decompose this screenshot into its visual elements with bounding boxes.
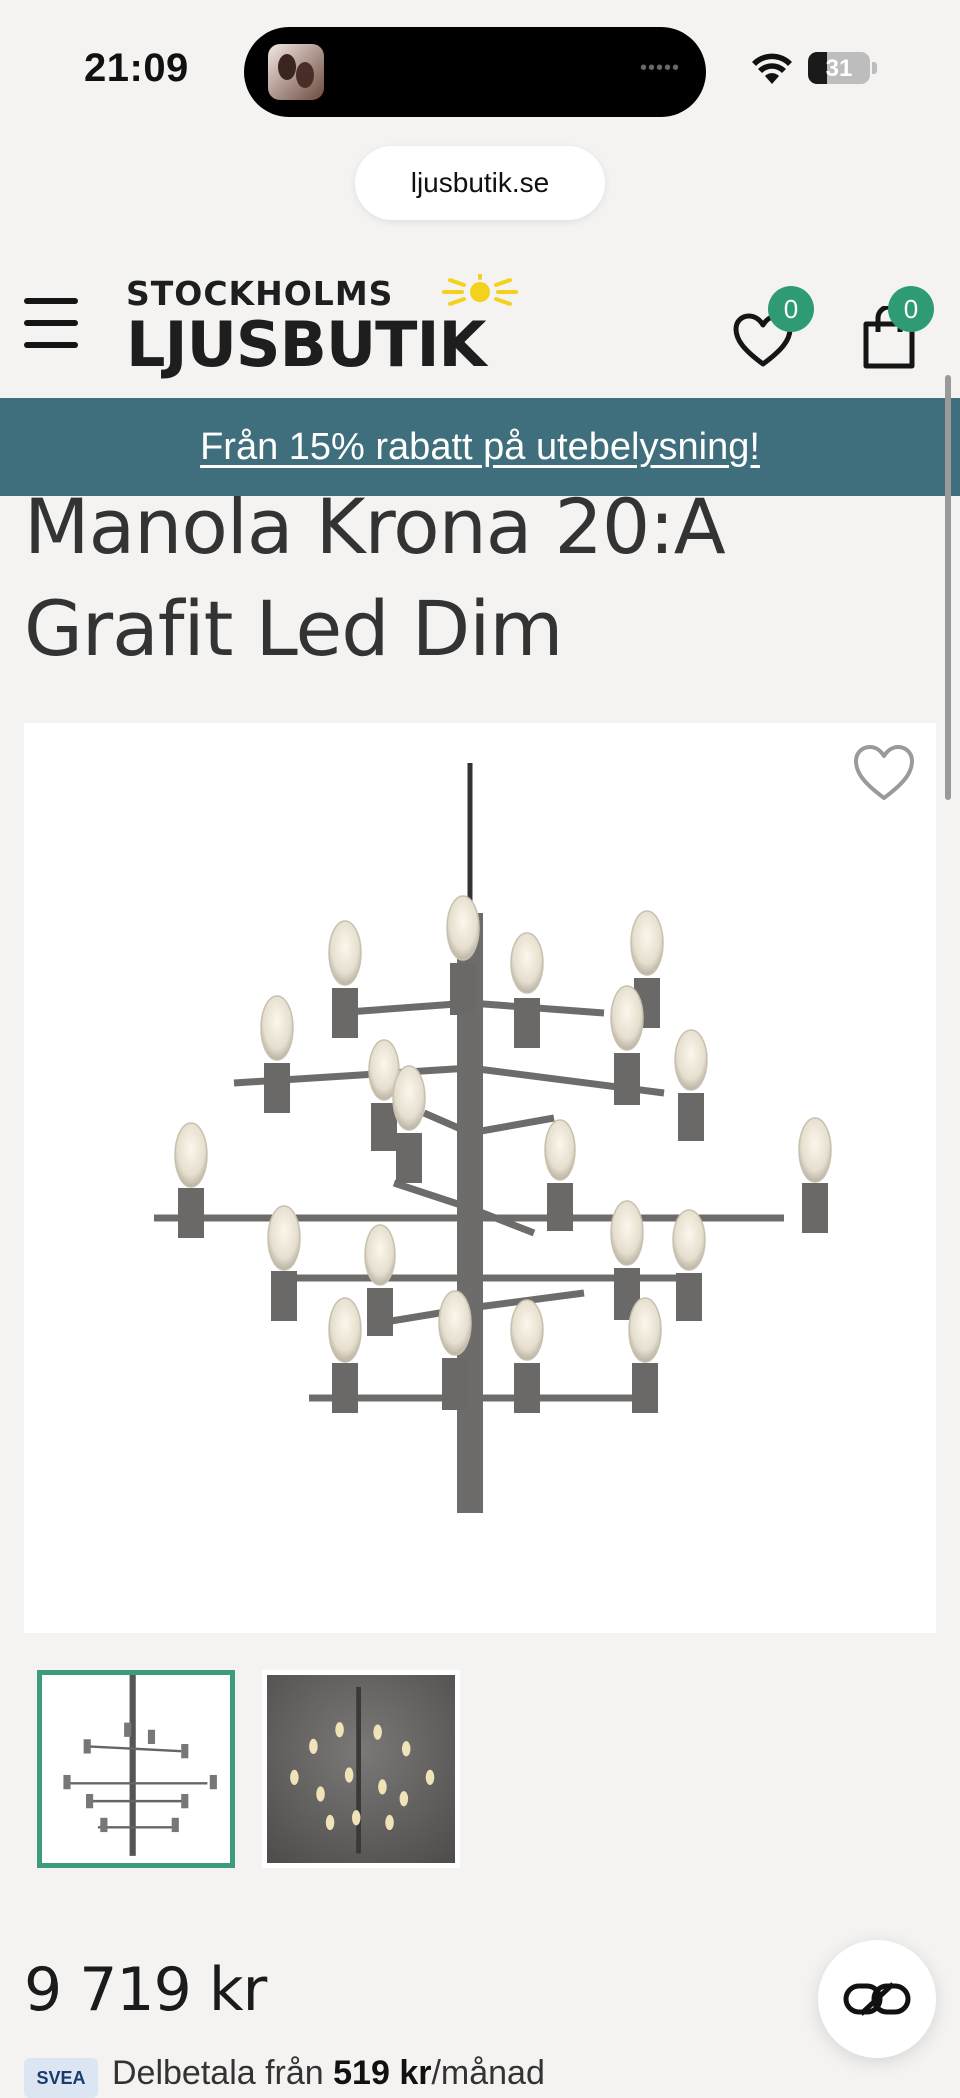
chat-button[interactable] bbox=[818, 1940, 936, 2058]
cart-count-badge: 0 bbox=[888, 286, 934, 332]
wishlist-count-badge: 0 bbox=[768, 286, 814, 332]
part-payment-text: Delbetala från 519 kr/månad bbox=[112, 2054, 545, 2092]
chandelier-thumbnail bbox=[63, 1675, 217, 1856]
battery-icon: 31 bbox=[808, 52, 870, 84]
site-logo[interactable]: STOCKHOLMS LJUSBUTIK bbox=[126, 274, 546, 384]
wishlist-button[interactable]: 0 bbox=[726, 286, 836, 376]
promo-banner: Från 15% rabatt på utebelysning! bbox=[0, 398, 960, 496]
chat-link-icon bbox=[843, 1982, 911, 2016]
part-payment-info: SVEA Delbetala från 519 kr/månad bbox=[24, 2052, 924, 2098]
chandelier-illustration bbox=[154, 763, 832, 1513]
chandelier-lit-thumbnail bbox=[267, 1675, 455, 1863]
status-time: 21:09 bbox=[84, 46, 189, 90]
product-main-image[interactable] bbox=[24, 723, 936, 1633]
now-playing-artwork bbox=[268, 44, 324, 100]
part-payment-amount: 519 kr bbox=[333, 2054, 432, 2092]
product-price: 9 719 kr bbox=[24, 1955, 267, 2025]
address-bar[interactable]: ljusbutik.se bbox=[355, 146, 605, 220]
hamburger-icon[interactable] bbox=[24, 298, 78, 348]
thumbnail-1-selected[interactable] bbox=[37, 1670, 235, 1868]
status-bar: 21:09 ••••• 31 bbox=[0, 0, 960, 140]
svea-logo: SVEA bbox=[24, 2058, 98, 2098]
cart-button[interactable]: 0 bbox=[848, 286, 948, 376]
battery-level: 31 bbox=[825, 55, 853, 82]
scrollbar[interactable] bbox=[945, 375, 951, 800]
promo-link[interactable]: Från 15% rabatt på utebelysning! bbox=[200, 426, 760, 468]
thumbnail-2[interactable] bbox=[262, 1670, 460, 1868]
dynamic-island: ••••• bbox=[244, 27, 706, 117]
wifi-icon bbox=[752, 53, 792, 84]
logo-line-2: LJUSBUTIK bbox=[126, 308, 487, 381]
product-title: Manola Krona 20:A Grafit Led Dim bbox=[24, 482, 726, 673]
site-header: STOCKHOLMS LJUSBUTIK 0 0 bbox=[0, 250, 960, 398]
sun-icon bbox=[442, 274, 518, 306]
heart-outline-icon[interactable] bbox=[852, 743, 916, 803]
audio-wave-icon: ••••• bbox=[639, 57, 680, 79]
